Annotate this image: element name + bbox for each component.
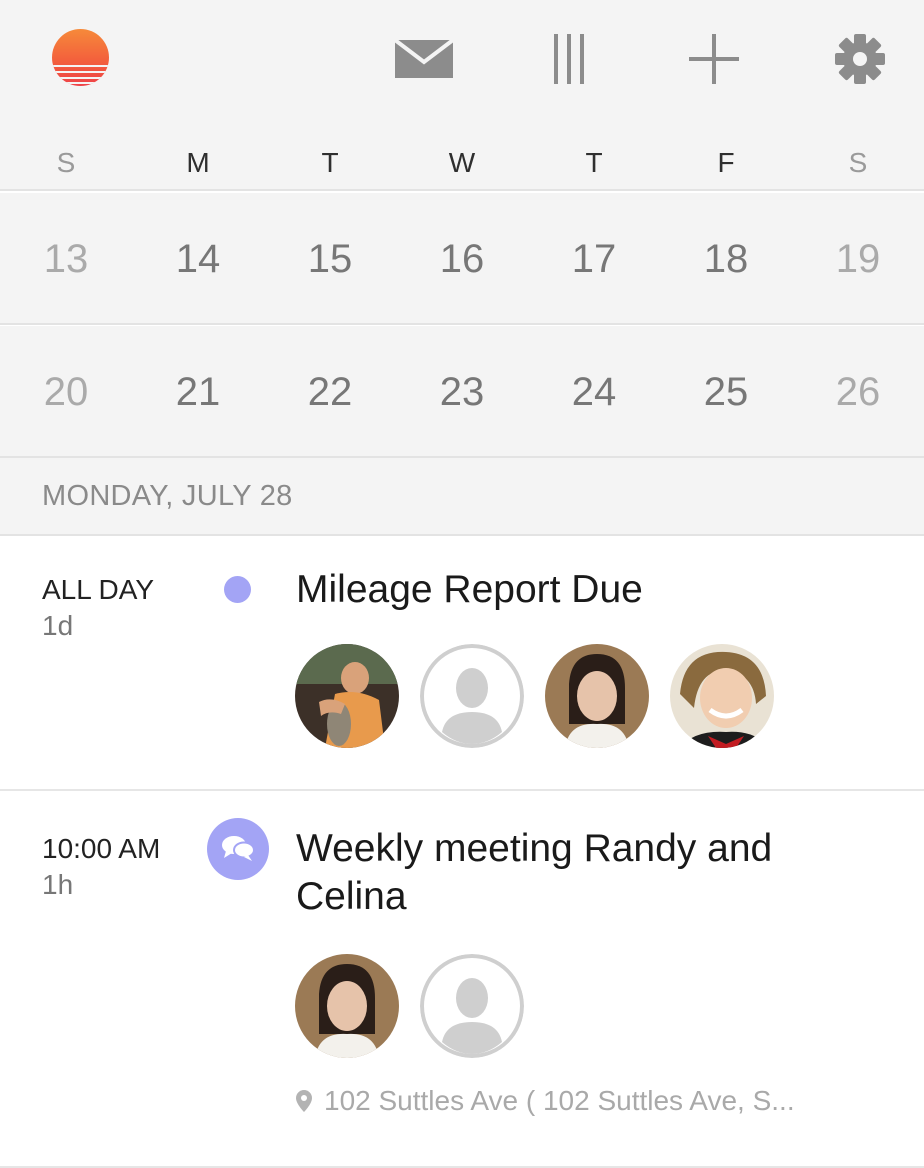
event-item[interactable]: 10:00 AM 1h Weekly meeting Randy and Cel…: [0, 793, 924, 1168]
attendee-avatar-placeholder[interactable]: [420, 644, 524, 748]
mail-icon[interactable]: [393, 30, 455, 88]
calendar-week-row: 20 21 22 23 24 25 26: [0, 326, 924, 458]
calendar-day[interactable]: 22: [264, 326, 396, 456]
weekday-label: S: [56, 147, 76, 178]
calendar-week-row: 13 14 15 16 17 18 19: [0, 193, 924, 325]
location-pin-icon: [296, 1090, 312, 1112]
weekday-label: S: [848, 147, 868, 178]
calendar-day[interactable]: 15: [264, 193, 396, 323]
calendar-day[interactable]: 17: [528, 193, 660, 323]
calendar-day[interactable]: 21: [132, 326, 264, 456]
calendar-day[interactable]: 25: [660, 326, 792, 456]
event-color-dot-icon: [224, 576, 251, 603]
gear-icon: [835, 34, 885, 84]
sunrise-logo-icon[interactable]: [52, 29, 109, 86]
calendar-day[interactable]: 26: [792, 326, 924, 456]
columns-view-icon[interactable]: [552, 30, 586, 88]
settings-button[interactable]: [834, 30, 886, 88]
selected-date-header: MONDAY, JULY 28: [0, 458, 924, 536]
attendee-avatar[interactable]: [295, 954, 399, 1058]
event-item[interactable]: ALL DAY 1d Mileage Report Due: [0, 538, 924, 791]
attendee-list: [295, 954, 524, 1058]
attendee-avatar[interactable]: [545, 644, 649, 748]
weekday-label: W: [448, 147, 476, 178]
calendar-day[interactable]: 16: [396, 193, 528, 323]
calendar-day[interactable]: 20: [0, 326, 132, 456]
weekday-label: T: [585, 147, 603, 178]
event-title: Weekly meeting Randy and Celina: [296, 827, 773, 918]
event-time: ALL DAY: [42, 574, 155, 605]
weekday-label: M: [186, 147, 210, 178]
weekday-label: T: [321, 147, 339, 178]
weekday-label: F: [717, 147, 735, 178]
event-title: Mileage Report Due: [296, 568, 643, 611]
add-event-button[interactable]: [689, 30, 739, 88]
weekday-header: S M T W T F S: [0, 125, 924, 191]
calendar-day[interactable]: 14: [132, 193, 264, 323]
event-duration: 1h: [42, 869, 74, 900]
chat-bubble-icon: [207, 818, 269, 880]
plus-icon: [689, 34, 739, 84]
event-location[interactable]: 102 Suttles Ave ( 102 Suttles Ave, S...: [296, 1081, 795, 1121]
attendee-list: [295, 644, 774, 748]
event-location-text: 102 Suttles Ave ( 102 Suttles Ave, S...: [324, 1085, 795, 1116]
calendar-day[interactable]: 19: [792, 193, 924, 323]
attendee-avatar[interactable]: [295, 644, 399, 748]
calendar-day[interactable]: 18: [660, 193, 792, 323]
calendar-day[interactable]: 24: [528, 326, 660, 456]
calendar-day[interactable]: 23: [396, 326, 528, 456]
attendee-avatar-placeholder[interactable]: [420, 954, 524, 1058]
event-time: 10:00 AM: [42, 833, 161, 864]
top-toolbar: [0, 0, 924, 125]
event-duration: 1d: [42, 610, 74, 641]
attendee-avatar[interactable]: [670, 644, 774, 748]
calendar-day[interactable]: 13: [0, 193, 132, 323]
